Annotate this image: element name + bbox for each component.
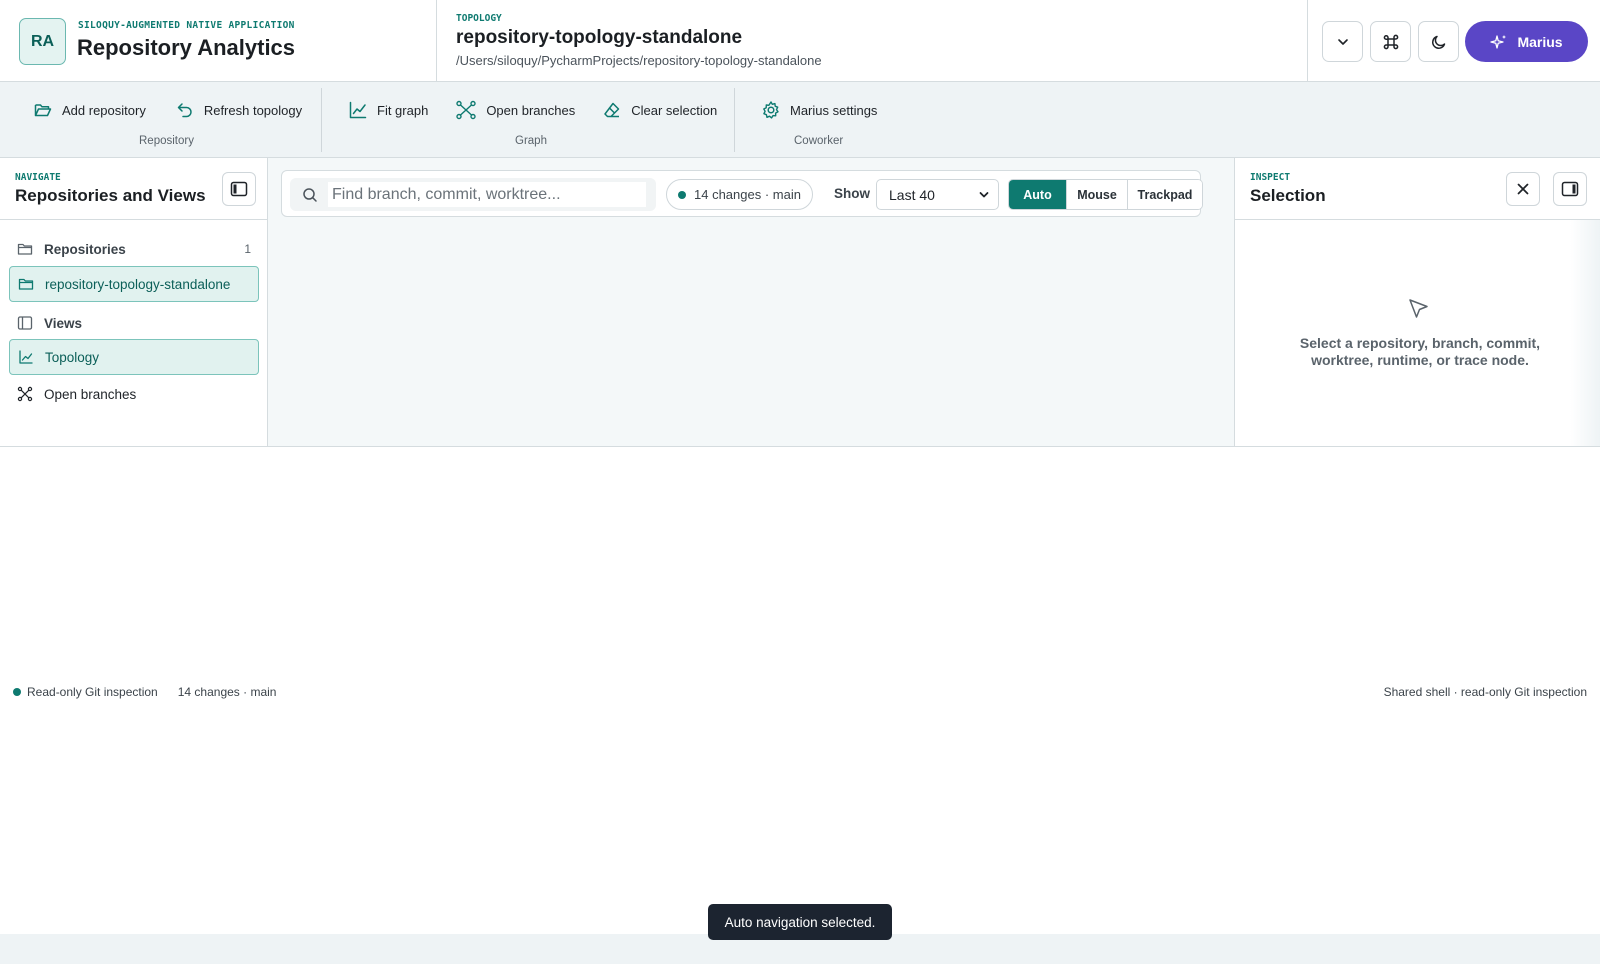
inspector-kicker: INSPECT — [1250, 172, 1291, 183]
command-icon — [1383, 34, 1398, 49]
navigation-mode-segmented: Auto Mouse Trackpad — [1008, 179, 1203, 210]
command-ribbon: Add repository Refresh topology Reposito… — [0, 82, 1600, 158]
refresh-topology-button[interactable]: Refresh topology — [175, 99, 302, 121]
graph-toolbar: 14 changes · main Show Last 40 Auto Mous… — [281, 170, 1203, 217]
assistant-button-label: Marius — [1517, 33, 1563, 50]
chevron-down-icon — [1337, 38, 1348, 45]
status-bar-left: Read-only Git inspection 14 changes · ma… — [13, 685, 276, 699]
marius-settings-button[interactable]: Marius settings — [761, 99, 877, 121]
undo-arrow-icon — [177, 103, 192, 118]
close-inspector-button[interactable] — [1506, 172, 1540, 206]
app-header: RA SILOQUY-AUGMENTED NATIVE APPLICATION … — [0, 0, 1600, 82]
clear-selection-button[interactable]: Clear selection — [602, 99, 717, 121]
gear-icon — [763, 101, 779, 119]
ribbon-group-label: Repository — [139, 135, 194, 147]
search-box — [290, 178, 656, 211]
sidebar-right-icon — [1561, 181, 1579, 197]
navigation-sidebar: NAVIGATE Repositories and Views Reposito… — [0, 158, 268, 447]
inspector-empty-text: Select a repository, branch, commit, wor… — [1299, 335, 1541, 368]
layout-panel-icon — [17, 316, 33, 330]
sidebar-title: Repositories and Views — [15, 186, 206, 205]
mode-mouse-button[interactable]: Mouse — [1066, 180, 1127, 209]
chevron-down-button[interactable] — [1322, 21, 1363, 62]
branches-icon — [456, 100, 477, 120]
app-title: Repository Analytics — [77, 35, 296, 60]
add-repository-button[interactable]: Add repository — [33, 99, 146, 121]
sidebar-kicker: NAVIGATE — [15, 172, 61, 183]
fit-graph-button[interactable]: Fit graph — [348, 99, 428, 121]
command-palette-button[interactable] — [1370, 21, 1411, 62]
sidebar-header: NAVIGATE Repositories and Views — [0, 158, 267, 220]
sidebar-item-open-branches[interactable]: Open branches — [9, 376, 259, 412]
sidebar-section-views[interactable]: Views — [9, 305, 259, 341]
status-changes-text: 14 changes · main — [177, 685, 277, 699]
sidebar-section-repositories[interactable]: Repositories 1 — [9, 231, 259, 267]
mode-trackpad-button[interactable]: Trackpad — [1127, 180, 1202, 209]
folder-icon — [18, 278, 34, 290]
status-dot — [13, 688, 21, 696]
brand-kicker: SILOQUY-AUGMENTED NATIVE APPLICATION — [78, 20, 295, 31]
folder-icon — [17, 243, 33, 255]
toast-notification: Auto navigation selected. — [708, 904, 892, 940]
close-icon — [1517, 183, 1529, 195]
moon-icon — [1431, 35, 1445, 49]
chevron-down-icon — [979, 191, 989, 197]
sidebar-panel-icon — [230, 181, 248, 197]
search-input[interactable] — [328, 182, 646, 207]
branches-icon — [17, 386, 33, 402]
sparkle-icon — [1490, 34, 1507, 49]
ribbon-divider — [734, 88, 735, 152]
show-range-select[interactable]: Last 40 — [876, 179, 999, 210]
ribbon-divider — [321, 88, 322, 152]
context-path: /Users/siloquy/PycharmProjects/repositor… — [456, 53, 822, 68]
show-label: Show — [834, 186, 870, 201]
toggle-inspector-panel-button[interactable] — [1553, 172, 1587, 206]
ribbon-group-label: Graph — [515, 135, 547, 147]
cursor-pointer-icon — [1409, 299, 1428, 318]
search-icon — [303, 187, 317, 202]
ribbon-group-label: Coworker — [794, 135, 844, 147]
ribbon-group-repository: Add repository Refresh topology Reposito… — [33, 82, 321, 158]
mode-auto-button[interactable]: Auto — [1009, 180, 1066, 209]
inspector-title: Selection — [1250, 186, 1326, 205]
folder-open-icon — [34, 104, 52, 117]
line-chart-icon — [19, 350, 33, 364]
status-bar-right: Shared shell · read-only Git inspection — [1383, 685, 1587, 699]
changes-chip[interactable]: 14 changes · main — [666, 179, 813, 210]
ribbon-group-graph: Fit graph Open branches Clear selection … — [348, 82, 734, 158]
context-kicker: TOPOLOGY — [456, 13, 502, 24]
ribbon-group-coworker: Marius settings Coworker — [761, 82, 921, 158]
sidebar-item-repository[interactable]: repository-topology-standalone — [9, 266, 259, 302]
context-title: repository-topology-standalone — [456, 27, 743, 48]
status-dot — [678, 190, 686, 199]
assistant-button[interactable]: Marius — [1465, 21, 1588, 62]
collapse-sidebar-button[interactable] — [222, 172, 256, 206]
open-branches-button[interactable]: Open branches — [455, 99, 575, 121]
inspector-header: INSPECT Selection — [1235, 158, 1600, 220]
repositories-count: 1 — [244, 242, 251, 256]
eraser-icon — [604, 102, 620, 118]
sidebar-item-topology[interactable]: Topology — [9, 339, 259, 375]
panel-edge-shadow — [1570, 220, 1600, 446]
app-logo: RA — [19, 18, 66, 65]
status-mode-text: Read-only Git inspection — [27, 685, 158, 699]
inspector-panel: INSPECT Selection Select a repository, b… — [1234, 158, 1600, 447]
graph-canvas[interactable]: 14 changes · main Show Last 40 Auto Mous… — [268, 158, 1234, 447]
context-block: TOPOLOGY repository-topology-standalone … — [456, 0, 1308, 81]
brand-block: RA SILOQUY-AUGMENTED NATIVE APPLICATION … — [0, 0, 437, 81]
theme-toggle-button[interactable] — [1418, 21, 1459, 62]
line-chart-icon — [349, 101, 367, 119]
